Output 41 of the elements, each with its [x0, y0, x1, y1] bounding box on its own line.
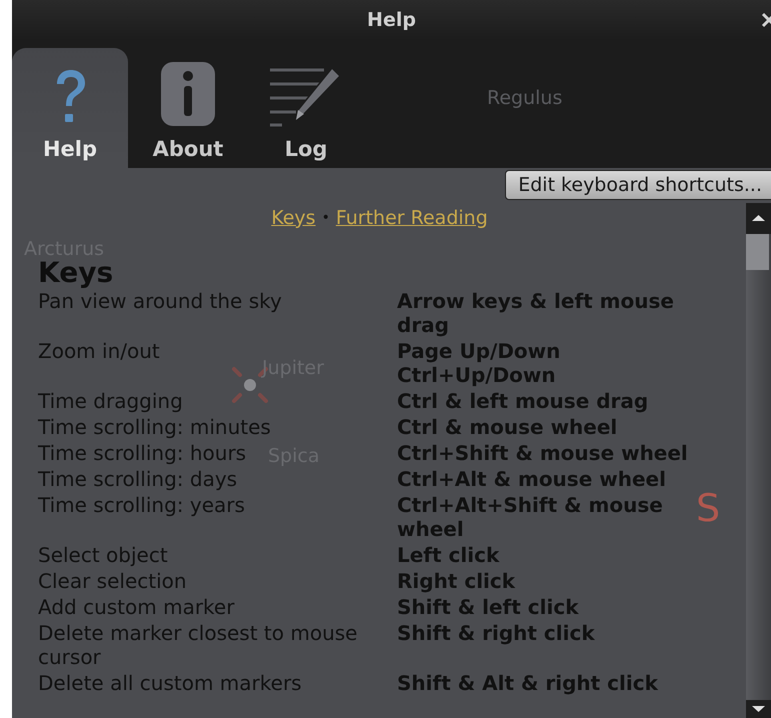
action-text: Add custom marker: [38, 595, 234, 619]
scroll-thumb[interactable]: [746, 234, 769, 270]
shortcut-text: Ctrl & mouse wheel: [397, 415, 618, 439]
window-title: Help: [367, 8, 416, 33]
action-text: Time scrolling: years: [38, 493, 245, 517]
tab[interactable]: About: [130, 48, 246, 168]
action-text: Time scrolling: hours: [38, 441, 246, 465]
scroll-down-icon[interactable]: [746, 700, 771, 718]
shortcut-text: Page Up/Down: [397, 339, 560, 363]
action-text: Time scrolling: days: [38, 467, 238, 491]
shortcut-text: Ctrl & left mouse drag: [397, 389, 648, 413]
sky-object-label: S: [696, 489, 720, 527]
shortcut-text: Right click: [397, 569, 516, 593]
action-text: Select object: [38, 543, 168, 567]
scrollbar[interactable]: [746, 203, 771, 718]
shortcut-text: Ctrl+Alt & mouse wheel: [397, 467, 666, 491]
tab[interactable]: Log: [248, 48, 364, 168]
shortcut-text: Ctrl+Alt+Shift & mouse wheel: [397, 493, 663, 541]
section-heading: Keys: [38, 257, 114, 289]
shortcut-text: Shift & Alt & right click: [397, 671, 658, 695]
section-link[interactable]: Keys: [271, 204, 316, 232]
info-icon: [159, 60, 217, 128]
section-link[interactable]: Further Reading: [336, 204, 488, 232]
shortcut-text: Shift & left click: [397, 595, 578, 619]
action-text: Delete all custom markers: [38, 671, 302, 695]
shortcut-text: Ctrl+Up/Down: [397, 363, 556, 387]
action-text: Delete marker closest to mouse cursor: [38, 621, 358, 669]
scroll-up-icon[interactable]: [746, 203, 771, 234]
shortcut-text: Arrow keys & left mouse drag: [397, 289, 674, 337]
action-text: Clear selection: [38, 569, 187, 593]
edit-shortcuts-button[interactable]: Edit keyboard shortcuts...: [505, 170, 771, 200]
link-separator: •: [322, 208, 330, 228]
tab[interactable]: Help: [12, 48, 128, 168]
shortcut-text: Shift & right click: [397, 621, 595, 645]
action-text: Time scrolling: minutes: [38, 415, 271, 439]
action-text: Pan view around the sky: [38, 289, 282, 313]
action-text: Zoom in/out: [38, 339, 160, 363]
action-text: Time dragging: [38, 389, 183, 413]
shortcut-text: Ctrl+Shift & mouse wheel: [397, 441, 688, 465]
sky-object-label: Regulus: [487, 89, 562, 108]
shortcut-text: Left click: [397, 543, 500, 567]
